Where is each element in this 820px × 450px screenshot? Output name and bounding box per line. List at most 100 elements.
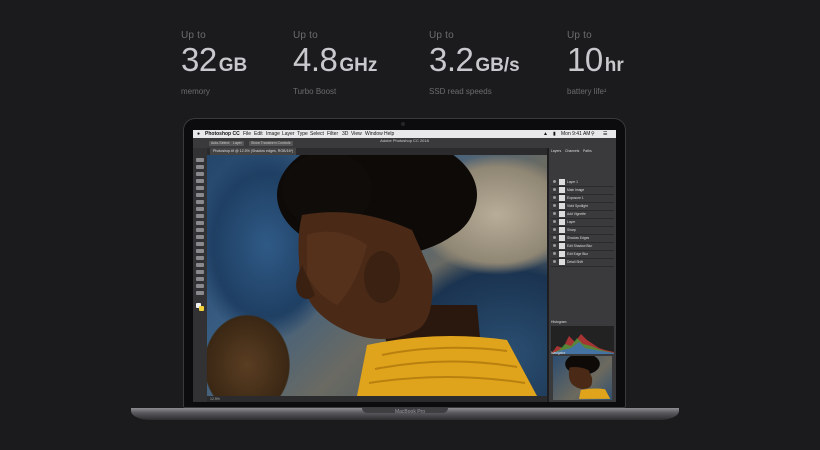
visibility-eye-icon[interactable]	[553, 196, 556, 199]
layer-thumbnail	[559, 179, 565, 185]
search-icon[interactable]: ⚲	[591, 130, 595, 138]
document-tab[interactable]: Photoshop.tif @ 12.5% (Shadow edges, RGB…	[210, 148, 297, 155]
eraser-tool-icon[interactable]	[196, 228, 204, 232]
menu-file[interactable]: File	[243, 130, 251, 138]
camera-icon	[401, 122, 405, 126]
menu-type[interactable]: Type	[297, 130, 308, 138]
layer-name: Exposure 1	[567, 196, 584, 200]
tab-channels[interactable]: Channels	[565, 148, 579, 154]
visibility-eye-icon[interactable]	[553, 244, 556, 247]
menu-layer[interactable]: Layer	[282, 130, 295, 138]
tab-histogram[interactable]: Histogram	[551, 319, 566, 325]
spec-value: 4.8	[293, 41, 338, 78]
gradient-tool-icon[interactable]	[196, 235, 204, 239]
visibility-eye-icon[interactable]	[553, 180, 556, 183]
spec-unit: GHz	[339, 55, 378, 76]
blur-tool-icon[interactable]	[196, 242, 204, 246]
navigator-preview[interactable]	[553, 356, 612, 400]
history-brush-tool-icon[interactable]	[196, 221, 204, 225]
layer-name: Sharp	[567, 228, 576, 232]
document-tab-bar: Photoshop.tif @ 12.5% (Shadow edges, RGB…	[207, 148, 547, 155]
brush-tool-icon[interactable]	[196, 207, 204, 211]
quick-select-tool-icon[interactable]	[196, 179, 204, 183]
visibility-eye-icon[interactable]	[553, 212, 556, 215]
layer-thumbnail	[559, 187, 565, 193]
layer-thumbnail	[559, 243, 565, 249]
marquee-tool-icon[interactable]	[196, 165, 204, 169]
layer-thumbnail	[559, 259, 565, 265]
visibility-eye-icon[interactable]	[553, 204, 556, 207]
visibility-eye-icon[interactable]	[553, 188, 556, 191]
menu-filter[interactable]: Filter	[327, 130, 338, 138]
layer-name: Add Vignette	[567, 212, 586, 216]
tools-panel	[193, 148, 207, 402]
menu-app[interactable]: Photoshop CC	[205, 130, 240, 138]
spec-unit: GB/s	[475, 55, 520, 76]
layer-thumbnail	[559, 195, 565, 201]
menu-window[interactable]: Window	[365, 130, 383, 138]
wifi-icon[interactable]: ▲	[543, 130, 548, 138]
type-tool-icon[interactable]	[196, 263, 204, 267]
stamp-tool-icon[interactable]	[196, 214, 204, 218]
image-canvas[interactable]	[207, 155, 547, 396]
menu-view[interactable]: View	[351, 130, 362, 138]
layer-thumbnail	[559, 235, 565, 241]
layer-row[interactable]: Detail Shift	[551, 258, 614, 267]
eyedropper-tool-icon[interactable]	[196, 193, 204, 197]
tab-layers[interactable]: Layers	[551, 148, 561, 154]
layer-thumbnail	[559, 227, 565, 233]
pen-tool-icon[interactable]	[196, 256, 204, 260]
navigator-thumbnail	[565, 356, 611, 399]
layer-thumbnail	[559, 203, 565, 209]
spec-label: battery life¹	[567, 87, 607, 96]
layer-thumbnail	[559, 219, 565, 225]
menu-list-icon[interactable]: ☰	[603, 130, 607, 138]
visibility-eye-icon[interactable]	[553, 220, 556, 223]
hand-tool-icon[interactable]	[196, 284, 204, 288]
spec-memory: Up to 32 GB memory	[181, 30, 247, 96]
menu-image[interactable]: Image	[266, 130, 280, 138]
dodge-tool-icon[interactable]	[196, 249, 204, 253]
zoom-level[interactable]: 12.5%	[210, 397, 220, 401]
layer-thumbnail	[559, 251, 565, 257]
spec-value: 32	[181, 41, 217, 78]
spec-label: Turbo Boost	[293, 87, 337, 96]
visibility-eye-icon[interactable]	[553, 252, 556, 255]
crop-tool-icon[interactable]	[196, 186, 204, 190]
move-tool-icon[interactable]	[196, 158, 204, 162]
lasso-tool-icon[interactable]	[196, 172, 204, 176]
layer-name: Edit Edge Blur	[567, 252, 589, 256]
status-bar: 12.5%	[207, 396, 547, 402]
path-select-tool-icon[interactable]	[196, 270, 204, 274]
background-color-swatch[interactable]	[199, 306, 204, 311]
laptop-display: ● Photoshop CC File Edit Image Layer Typ…	[183, 118, 626, 408]
shape-tool-icon[interactable]	[196, 277, 204, 281]
visibility-eye-icon[interactable]	[553, 236, 556, 239]
menu-3d[interactable]: 3D	[342, 130, 348, 138]
tab-paths[interactable]: Paths	[583, 148, 592, 154]
screen: ● Photoshop CC File Edit Image Layer Typ…	[193, 130, 616, 402]
spec-ssd: Up to 3.2 GB/s SSD read speeds	[429, 30, 520, 96]
menu-clock[interactable]: Mon 9:41 AM	[561, 130, 590, 138]
spec-label: SSD read speeds	[429, 87, 492, 96]
layer-name: Shadow Edges	[567, 236, 590, 240]
visibility-eye-icon[interactable]	[553, 228, 556, 231]
model-label: MacBook Pro	[394, 409, 425, 415]
menu-select[interactable]: Select	[310, 130, 324, 138]
auto-select-label[interactable]: Auto-Select:	[209, 141, 233, 146]
menu-edit[interactable]: Edit	[254, 130, 263, 138]
menu-help[interactable]: Help	[384, 130, 394, 138]
transform-controls-checkbox[interactable]: Show Transform Controls	[249, 141, 293, 146]
zoom-tool-icon[interactable]	[196, 291, 204, 295]
spec-unit: GB	[218, 55, 248, 76]
spec-label: memory	[181, 87, 210, 96]
layer-name: Layer	[567, 220, 576, 224]
apple-icon[interactable]: ●	[197, 130, 200, 138]
battery-icon[interactable]: ▮	[553, 130, 556, 138]
options-bar: Adobe Photoshop CC 2018 Auto-Select: Lay…	[193, 138, 616, 148]
healing-tool-icon[interactable]	[196, 200, 204, 204]
spec-value: 10	[567, 41, 603, 78]
visibility-eye-icon[interactable]	[553, 260, 556, 263]
spec-unit: hr	[604, 55, 624, 76]
layer-dropdown[interactable]: Layer	[231, 141, 244, 146]
